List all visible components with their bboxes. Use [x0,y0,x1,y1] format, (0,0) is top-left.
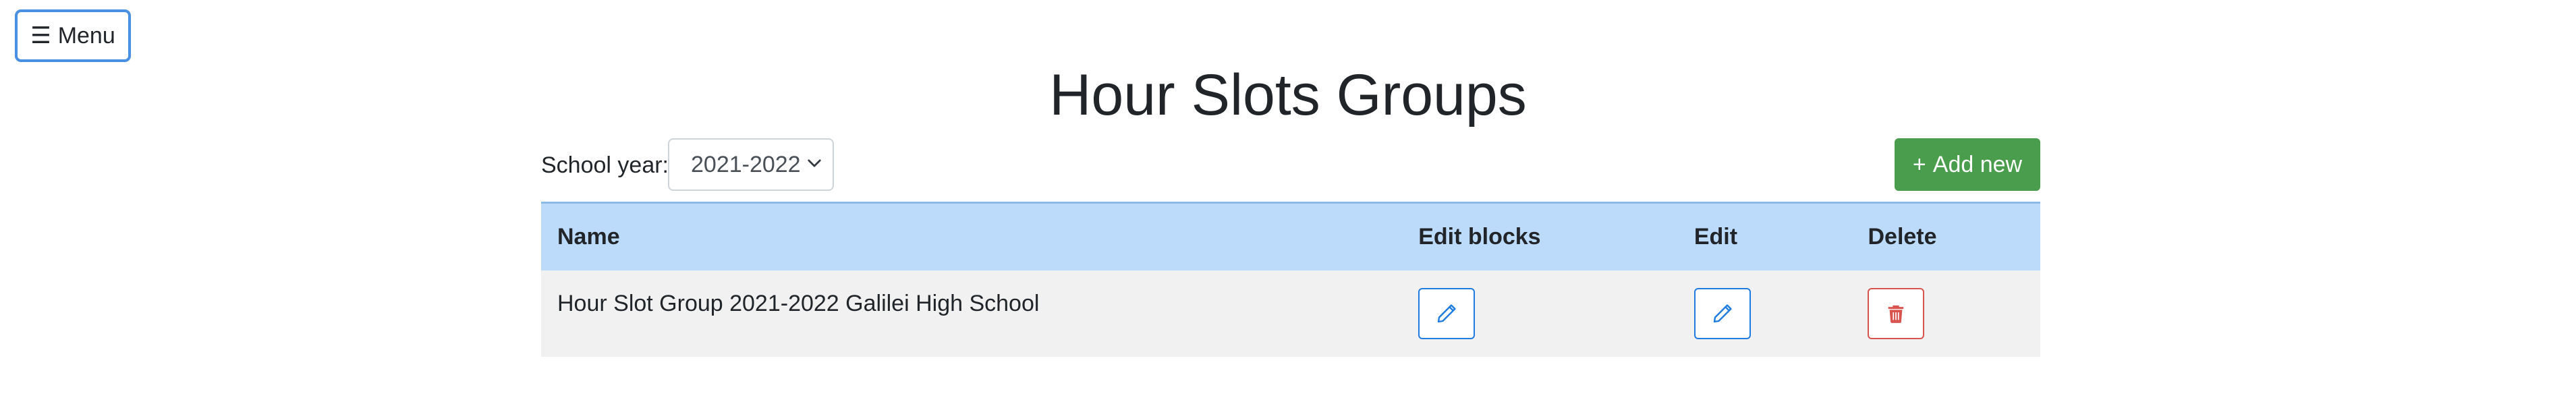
school-year-value: 2021-2022 [691,151,801,177]
menu-button[interactable]: ☰ Menu [15,9,131,62]
column-header-edit-blocks: Edit blocks [1402,202,1678,270]
toolbar: School year: 2021-2022 + Add new [541,138,2040,192]
edit-blocks-button[interactable] [1418,287,1476,339]
main-content: School year: 2021-2022 + Add new Name Ed… [541,138,2040,357]
column-header-delete: Delete [1851,202,2040,270]
group-name-cell: Hour Slot Group 2021-2022 Galilei High S… [557,290,1040,316]
add-new-label: Add new [1932,151,2023,177]
plus-icon: + [1912,152,1926,177]
school-year-select[interactable]: 2021-2022 [668,138,834,191]
table-row: Hour Slot Group 2021-2022 Galilei High S… [541,270,2040,357]
delete-button[interactable] [1868,287,1925,339]
chevron-down-icon [808,159,821,167]
school-year-label: School year: [541,152,669,178]
menu-label: Menu [57,22,115,49]
trash-icon [1888,305,1904,323]
edit-button[interactable] [1693,287,1751,339]
delete-cell [1851,270,2040,357]
table-header-row: Name Edit blocks Edit Delete [541,202,2040,270]
hamburger-icon: ☰ [30,23,51,49]
add-new-button[interactable]: + Add new [1895,138,2040,191]
column-header-edit: Edit [1677,202,1852,270]
edit-cell [1678,270,1852,357]
pencil-icon [1438,303,1456,322]
hour-slot-groups-table: Name Edit blocks Edit Delete Hour Slot G… [541,202,2040,357]
page-title: Hour Slots Groups [1049,63,1527,127]
pencil-icon [1713,303,1732,322]
column-header-name: Name [541,202,1403,270]
edit-blocks-cell [1402,270,1678,357]
